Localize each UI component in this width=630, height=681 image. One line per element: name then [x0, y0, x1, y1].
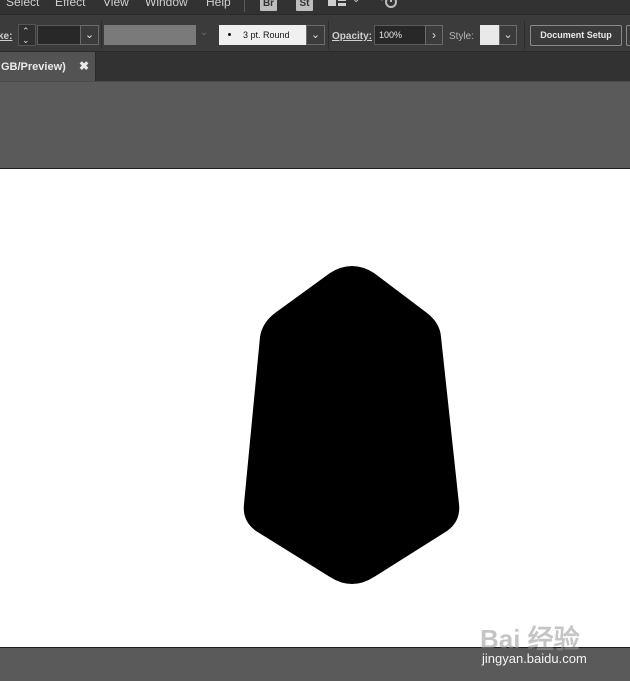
menu-separator	[244, 0, 245, 12]
watermark: Bai 经验 jingyan.baidu.com	[470, 615, 630, 671]
stroke-label: ke:	[0, 31, 13, 42]
profile-chevron-icon: ⌄	[200, 27, 209, 38]
divider	[524, 21, 525, 49]
document-setup-button[interactable]: Document Setup	[530, 25, 622, 46]
shape-path[interactable]	[243, 266, 460, 584]
pasteboard	[0, 81, 630, 168]
control-bar: ke: ⌃ ⌄ ⌄ ⌄ 3 pt. Round ⌄ Opacity: 100% …	[0, 14, 630, 52]
close-icon[interactable]: ✖	[79, 59, 89, 73]
brush-dropdown-icon[interactable]: ⌄	[306, 25, 325, 45]
brush-value: 3 pt. Round	[243, 30, 290, 40]
bridge-button[interactable]: Br	[260, 0, 277, 11]
menu-effect[interactable]: Effect	[55, 0, 85, 9]
opacity-expand-icon[interactable]: ›	[425, 25, 443, 45]
menu-view[interactable]: View	[103, 0, 129, 9]
stroke-weight-field[interactable]	[37, 25, 81, 45]
menu-window[interactable]: Window	[145, 0, 188, 9]
stroke-weight-dropdown-icon[interactable]: ⌄	[80, 25, 99, 45]
style-dropdown-icon[interactable]: ⌄	[499, 25, 517, 45]
menu-select[interactable]: Select	[6, 0, 39, 9]
stepper-down-icon[interactable]: ⌄	[22, 36, 30, 45]
brush-definition-field[interactable]: 3 pt. Round	[219, 25, 307, 45]
graphic-style-swatch[interactable]	[480, 25, 499, 45]
stock-button[interactable]: St	[296, 0, 313, 11]
opacity-input[interactable]: 100%	[374, 25, 426, 45]
preferences-button[interactable]	[626, 25, 630, 46]
workspace-layout-icon[interactable]	[328, 0, 346, 7]
document-tab-bar: GB/Preview) ✖	[0, 52, 630, 81]
menu-help[interactable]: Help	[206, 0, 231, 9]
artboard[interactable]	[0, 168, 630, 648]
document-tab[interactable]: GB/Preview) ✖	[0, 52, 96, 81]
opacity-label[interactable]: Opacity:	[332, 31, 372, 42]
divider	[101, 21, 102, 49]
style-label: Style:	[449, 31, 475, 42]
divider	[328, 21, 329, 49]
menu-bar: Select Effect View Window Help Br St ⌄	[0, 0, 630, 14]
rounded-polygon-shape[interactable]	[0, 169, 630, 649]
variable-width-profile[interactable]	[104, 25, 196, 45]
watermark-url: jingyan.baidu.com	[482, 651, 587, 666]
power-icon[interactable]	[378, 0, 400, 12]
workspace-chevron-icon[interactable]: ⌄	[352, 0, 360, 5]
stroke-weight-stepper[interactable]: ⌃ ⌄	[18, 24, 36, 46]
brush-dot-icon	[228, 33, 231, 36]
document-tab-title: GB/Preview)	[1, 61, 66, 73]
